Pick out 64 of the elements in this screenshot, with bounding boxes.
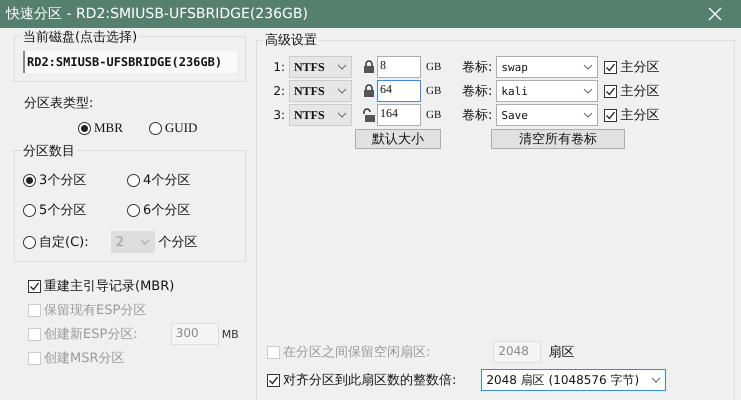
size-field[interactable]: 164 [377, 104, 421, 126]
checkbox-label[interactable]: 重建主引导记录(MBR) [44, 277, 174, 295]
caret-icon [583, 112, 594, 118]
unit-label: 个分区 [158, 234, 198, 251]
alignment-dropdown[interactable]: 2048 扇区 (1048576 字节) [481, 369, 666, 391]
lock-icon[interactable] [363, 60, 375, 74]
volume-dropdown[interactable]: swap [496, 56, 598, 78]
caret-icon [337, 88, 347, 94]
checkbox-label[interactable]: 主分区 [620, 82, 660, 100]
caret-icon [337, 64, 347, 70]
caret-icon [337, 112, 347, 118]
radio-label[interactable]: 3个分区 [39, 171, 86, 189]
action-button[interactable]: 默认大小 [355, 129, 441, 149]
volume-label: 卷标: [462, 83, 492, 100]
section-label: 分区表类型: [24, 95, 94, 112]
caret-icon [651, 377, 662, 383]
radio-button[interactable] [127, 174, 140, 186]
row-label: 1: [272, 60, 285, 74]
group-title: 分区数目 [21, 142, 77, 160]
radio-label[interactable]: 6个分区 [143, 201, 190, 219]
filesystem-dropdown[interactable]: NTFS [289, 80, 352, 102]
radio-label[interactable]: 4个分区 [143, 171, 190, 189]
action-button[interactable]: 清空所有卷标 [491, 129, 625, 149]
close-icon[interactable] [708, 7, 722, 21]
filesystem-dropdown[interactable]: NTFS [289, 104, 352, 126]
volume-dropdown[interactable]: kali [496, 80, 598, 102]
radio-label[interactable]: GUID [164, 120, 198, 136]
volume-label: 卷标: [462, 107, 492, 124]
checkbox-label[interactable]: 对齐分区到此扇区数的整数倍: [283, 371, 456, 389]
checkbox[interactable] [604, 84, 618, 98]
caret-icon [140, 239, 150, 245]
caret-icon [583, 64, 594, 70]
volume-label: 卷标: [462, 59, 492, 76]
radio-button[interactable] [23, 204, 36, 216]
unit-label: GB [426, 61, 442, 73]
radio-button[interactable] [127, 204, 140, 216]
radio-button[interactable] [23, 174, 36, 186]
checkbox[interactable] [604, 108, 618, 122]
checkbox[interactable] [604, 60, 618, 74]
checkbox[interactable] [267, 374, 280, 386]
checkbox[interactable] [28, 280, 41, 292]
radio-label[interactable]: 5个分区 [39, 201, 86, 219]
group-title: 当前磁盘(点击选择) [21, 28, 140, 46]
size-field[interactable]: 8 [377, 56, 421, 78]
volume-dropdown[interactable]: Save [496, 104, 598, 126]
size-field[interactable]: 64 [377, 80, 421, 102]
radio-label[interactable]: MBR [94, 120, 123, 136]
checkbox-label[interactable]: 主分区 [620, 106, 660, 124]
radio-button[interactable] [148, 122, 162, 134]
unit-label: GB [426, 85, 442, 97]
row-label: 3: [272, 108, 285, 122]
unit-label: GB [426, 109, 442, 121]
row-label: 2: [272, 84, 285, 98]
window-title: 快速分区 - RD2:SMIUSB-UFSBRIDGE(236GB) [6, 5, 308, 23]
disk-selector[interactable]: RD2:SMIUSB-UFSBRIDGE(236GB) [23, 51, 237, 73]
checkbox-label[interactable]: 主分区 [620, 58, 660, 76]
caret-icon [583, 88, 594, 94]
unit-label: MB [222, 328, 239, 340]
filesystem-dropdown[interactable]: NTFS [289, 56, 352, 78]
unlocked-icon[interactable] [363, 108, 375, 122]
unit-label: 扇区 [548, 344, 574, 361]
lock-icon[interactable] [363, 84, 375, 98]
radio-button[interactable] [78, 122, 91, 134]
group-title: 高级设置 [263, 31, 319, 49]
